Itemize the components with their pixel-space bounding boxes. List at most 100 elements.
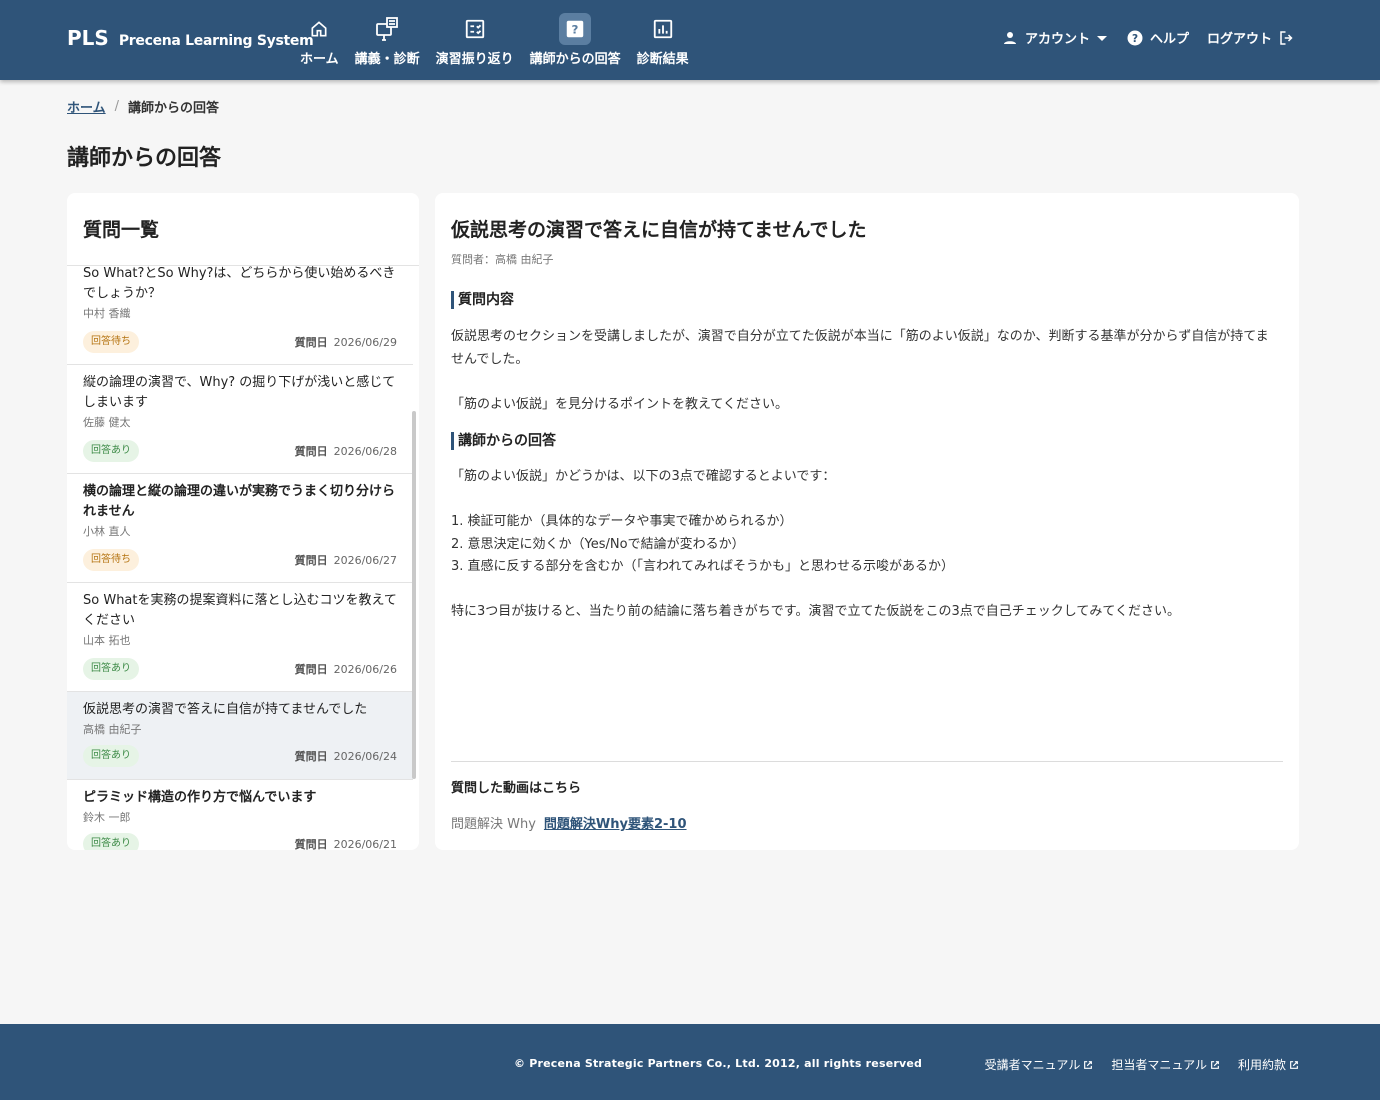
question-date: 質問日 2026/06/29 xyxy=(295,334,397,350)
status-badge: 回答あり xyxy=(83,745,139,767)
header-actions: アカウント ? ヘルプ ログアウト xyxy=(983,28,1296,47)
answer-heading: 講師からの回答 xyxy=(451,432,556,450)
video-link[interactable]: 問題解決Why要素2-10 xyxy=(544,813,687,832)
footer-link-terms[interactable]: 利用約款 xyxy=(1238,1056,1299,1073)
question-date-label: 質問日 xyxy=(294,336,328,349)
logout-icon xyxy=(1280,30,1293,45)
page-title: 講師からの回答 xyxy=(67,146,222,171)
status-badge: 回答あり xyxy=(83,833,139,850)
list-item[interactable]: 横の論理と縦の論理の違いが実務でうまく切り分けられません 小林 直人 回答待ち … xyxy=(67,474,413,583)
question-meta: 回答あり 質問日 2026/06/28 xyxy=(83,439,397,463)
logout-button[interactable]: ログアウト xyxy=(1207,28,1296,47)
question-title: 縦の論理の演習で、Why? の掘り下げが浅いと感じてしまいます xyxy=(83,375,396,410)
list-scrollbar[interactable] xyxy=(412,411,416,779)
external-link-icon xyxy=(1084,1060,1093,1069)
svg-text:?: ? xyxy=(1132,32,1138,44)
nav-answers[interactable]: ? 講師からの回答 xyxy=(522,13,629,67)
question-date-value: 2026/06/21 xyxy=(333,838,397,850)
svg-text:?: ? xyxy=(572,23,579,37)
video-category: 問題解決 Why xyxy=(451,817,536,832)
nav-label: 演習振り返り xyxy=(435,52,514,67)
question-meta: 回答待ち 質問日 2026/06/29 xyxy=(83,330,397,354)
app-footer: © Precena Strategic Partners Co., Ltd. 2… xyxy=(0,1024,1380,1100)
status-badge: 回答待ち xyxy=(83,549,139,571)
question-list-title: 質問一覧 xyxy=(67,193,419,266)
list-item[interactable]: ピラミッド構造の作り方で悩んでいます 鈴木 一郎 回答あり 質問日 2026/06… xyxy=(67,780,413,850)
list-item-selected[interactable]: 仮説思考の演習で答えに自信が持てませんでした 高橋 由紀子 回答あり 質問日 20… xyxy=(67,692,413,780)
list-item[interactable]: 縦の論理の演習で、Why? の掘り下げが浅いと感じてしまいます 佐藤 健太 回答… xyxy=(67,365,413,474)
question-date-label: 質問日 xyxy=(294,750,328,763)
copyright: © Precena Strategic Partners Co., Ltd. 2… xyxy=(514,1057,923,1070)
footer-link-label: 利用約款 xyxy=(1237,1058,1286,1072)
footer-link-label: 担当者マニュアル xyxy=(1111,1058,1207,1072)
question-list-scroll[interactable]: So What?とSo Why?は、どちらから使い始めるべきでしょうか？ 中村 … xyxy=(67,266,419,850)
logout-label: ログアウト xyxy=(1206,32,1272,47)
main-nav: ホーム 講義・診断 演習振り返り ? 講師からの回答 診断結果 xyxy=(292,13,697,67)
caret-down-icon xyxy=(1096,35,1107,41)
breadcrumb-separator: / xyxy=(114,99,120,114)
breadcrumb-home-link[interactable]: ホーム xyxy=(67,97,106,116)
question-author: 鈴木 一郎 xyxy=(83,811,131,824)
nav-results[interactable]: 診断結果 xyxy=(629,13,697,67)
nav-label: 診断結果 xyxy=(636,52,689,67)
account-label: アカウント xyxy=(1024,32,1090,47)
app-header: PLS Precena Learning System ホーム 講義・診断 演習… xyxy=(0,0,1380,80)
logo-name: Precena Learning System xyxy=(118,33,314,49)
list-item[interactable]: So Whatを実務の提案資料に落とし込むコツを教えてください 山本 拓也 回答… xyxy=(67,583,413,692)
question-date: 質問日 2026/06/24 xyxy=(295,748,397,764)
question-title: So What?とSo Why?は、どちらから使い始めるべきでしょうか？ xyxy=(83,266,396,301)
video-reference: 問題解決 Why 問題解決Why要素2-10 xyxy=(451,813,687,832)
status-badge: 回答あり xyxy=(83,440,139,462)
list-item[interactable]: So What?とSo Why?は、どちらから使い始めるべきでしょうか？ 中村 … xyxy=(67,266,413,365)
person-icon xyxy=(1003,31,1016,44)
question-date: 質問日 2026/06/21 xyxy=(295,836,397,850)
question-date-value: 2026/06/24 xyxy=(333,750,397,763)
status-badge: 回答待ち xyxy=(83,331,139,353)
question-title: So Whatを実務の提案資料に落とし込むコツを教えてください xyxy=(83,593,397,628)
question-title: 横の論理と縦の論理の違いが実務でうまく切り分けられません xyxy=(83,484,396,519)
help-icon: ? xyxy=(1127,30,1143,45)
detail-asker: 質問者：高橋 由紀子 xyxy=(451,253,554,266)
question-date: 質問日 2026/06/28 xyxy=(295,443,397,459)
footer-links: 受講者マニュアル 担当者マニュアル 利用約款 xyxy=(967,1056,1299,1073)
help-label: ヘルプ xyxy=(1149,32,1189,47)
nav-label: ホーム xyxy=(300,52,339,67)
status-badge: 回答あり xyxy=(83,658,139,680)
question-icon: ? xyxy=(559,13,592,45)
question-author: 中村 香織 xyxy=(83,307,131,320)
question-meta: 回答あり 質問日 2026/06/26 xyxy=(83,657,397,681)
question-date: 質問日 2026/06/27 xyxy=(295,552,397,568)
question-title: 仮説思考の演習で答えに自信が持てませんでした xyxy=(83,702,368,717)
nav-label: 講義・診断 xyxy=(354,52,420,67)
checklist-icon xyxy=(459,13,491,45)
divider xyxy=(451,761,1283,762)
question-date-value: 2026/06/29 xyxy=(333,336,397,349)
question-date-label: 質問日 xyxy=(294,663,328,676)
footer-link-label: 受講者マニュアル xyxy=(984,1058,1081,1072)
question-meta: 回答待ち 質問日 2026/06/27 xyxy=(83,548,397,572)
lecture-icon xyxy=(371,13,403,45)
question-author: 高橋 由紀子 xyxy=(83,723,142,736)
external-link-icon xyxy=(1211,1060,1219,1069)
nav-review[interactable]: 演習振り返り xyxy=(428,13,522,67)
detail-title: 仮説思考の演習で答えに自信が持てませんでした xyxy=(451,219,867,241)
question-content-body: 仮説思考のセクションを受講しましたが、演習で自分が立てた仮説が本当に「筋のよい仮… xyxy=(451,329,1269,412)
nav-lecture[interactable]: 講義・診断 xyxy=(347,13,428,67)
help-link[interactable]: ? ヘルプ xyxy=(1126,28,1189,47)
question-date-label: 質問日 xyxy=(294,445,328,458)
logo-mark: PLS xyxy=(67,26,109,50)
nav-home[interactable]: ホーム xyxy=(292,13,347,67)
account-menu[interactable]: アカウント xyxy=(1001,28,1108,47)
footer-link-learner-manual[interactable]: 受講者マニュアル xyxy=(985,1056,1094,1073)
breadcrumb-current: 講師からの回答 xyxy=(128,101,220,116)
question-author: 佐藤 健太 xyxy=(83,416,131,429)
footer-link-admin-manual[interactable]: 担当者マニュアル xyxy=(1111,1056,1220,1073)
video-heading: 質問した動画はこちら xyxy=(451,781,582,796)
question-date-label: 質問日 xyxy=(294,838,328,850)
question-meta: 回答あり 質問日 2026/06/24 xyxy=(83,744,397,768)
nav-label: 講師からの回答 xyxy=(529,52,621,67)
logo[interactable]: PLS Precena Learning System xyxy=(67,26,314,50)
question-date-value: 2026/06/28 xyxy=(333,445,397,458)
external-link-icon xyxy=(1290,1060,1298,1069)
question-date-value: 2026/06/26 xyxy=(333,663,397,676)
